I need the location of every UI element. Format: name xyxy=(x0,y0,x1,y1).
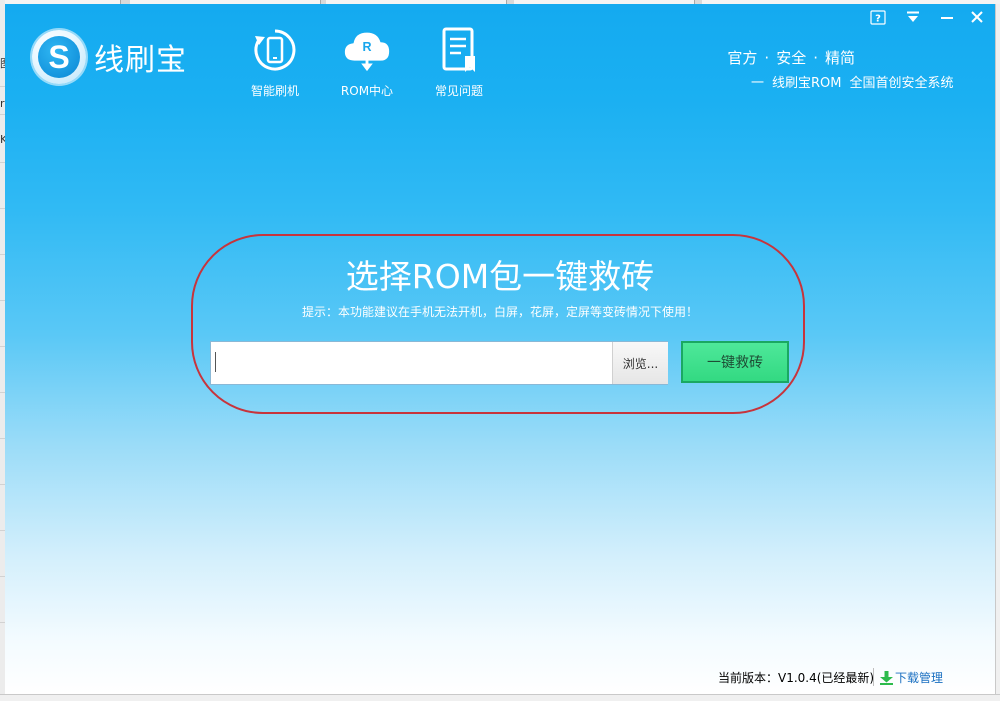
slogan: 一线刷宝ROM 全国首创安全系统 xyxy=(751,72,954,91)
link-separator: · xyxy=(764,49,770,67)
link-official[interactable]: 官方 xyxy=(727,47,757,68)
help-button[interactable]: ? xyxy=(867,8,889,26)
text-cursor xyxy=(215,352,216,372)
app-logo: S 线刷宝 xyxy=(32,29,187,85)
close-icon xyxy=(971,11,983,23)
footer-divider xyxy=(873,668,874,686)
link-separator: · xyxy=(813,49,818,67)
minimize-icon xyxy=(941,17,953,19)
download-manager-link[interactable]: 下载管理 xyxy=(880,669,943,686)
nav-faq[interactable]: 常见问题 xyxy=(419,24,499,99)
close-button[interactable] xyxy=(966,8,988,26)
menu-button[interactable] xyxy=(902,8,924,26)
download-icon xyxy=(880,670,893,685)
nav-label: 常见问题 xyxy=(434,84,483,98)
app-window: S 线刷宝 智能刷机 R ROM中心 常见问题 ? 官方 · 安全 · 精简 一… xyxy=(5,4,995,694)
page-title: 选择ROM包一键救砖 xyxy=(345,257,655,296)
background-glyph: r xyxy=(0,97,5,110)
window-right-border xyxy=(995,4,1000,694)
hint-text: 提示：本功能建议在手机无法开机，白屏，花屏，定屏等变砖情况下使用！ xyxy=(301,305,698,319)
version-text: 当前版本：V1.0.4(已经最新) xyxy=(718,670,875,685)
top-links: 官方 · 安全 · 精简 xyxy=(727,47,855,68)
faq-document-icon xyxy=(433,24,485,76)
help-icon: ? xyxy=(870,9,886,25)
app-name: 线刷宝 xyxy=(94,43,187,78)
slogan-dash: 一 xyxy=(751,76,765,91)
rom-path-field: 浏览... xyxy=(210,341,668,385)
browse-button[interactable]: 浏览... xyxy=(612,342,668,384)
svg-text:R: R xyxy=(362,40,371,54)
cloud-download-icon: R xyxy=(341,24,393,76)
slogan-text: 全国首创安全系统 xyxy=(849,76,954,91)
nav-label: 智能刷机 xyxy=(250,84,299,98)
nav-smart-flash[interactable]: 智能刷机 xyxy=(235,24,315,99)
link-lite[interactable]: 精简 xyxy=(825,47,855,68)
download-manager-label: 下载管理 xyxy=(895,671,944,685)
link-safe[interactable]: 安全 xyxy=(776,47,806,68)
slogan-brand: 线刷宝ROM xyxy=(772,76,842,91)
one-key-rescue-button[interactable]: 一键救砖 xyxy=(681,341,789,383)
logo-mark-icon: S xyxy=(32,30,86,84)
nav-rom-center[interactable]: R ROM中心 xyxy=(327,24,407,99)
svg-text:?: ? xyxy=(875,13,881,24)
rom-path-input[interactable] xyxy=(213,344,619,380)
nav-label: ROM中心 xyxy=(340,84,394,98)
phone-refresh-icon xyxy=(249,24,301,76)
minimize-button[interactable] xyxy=(936,8,958,26)
dropdown-menu-icon xyxy=(907,11,919,22)
